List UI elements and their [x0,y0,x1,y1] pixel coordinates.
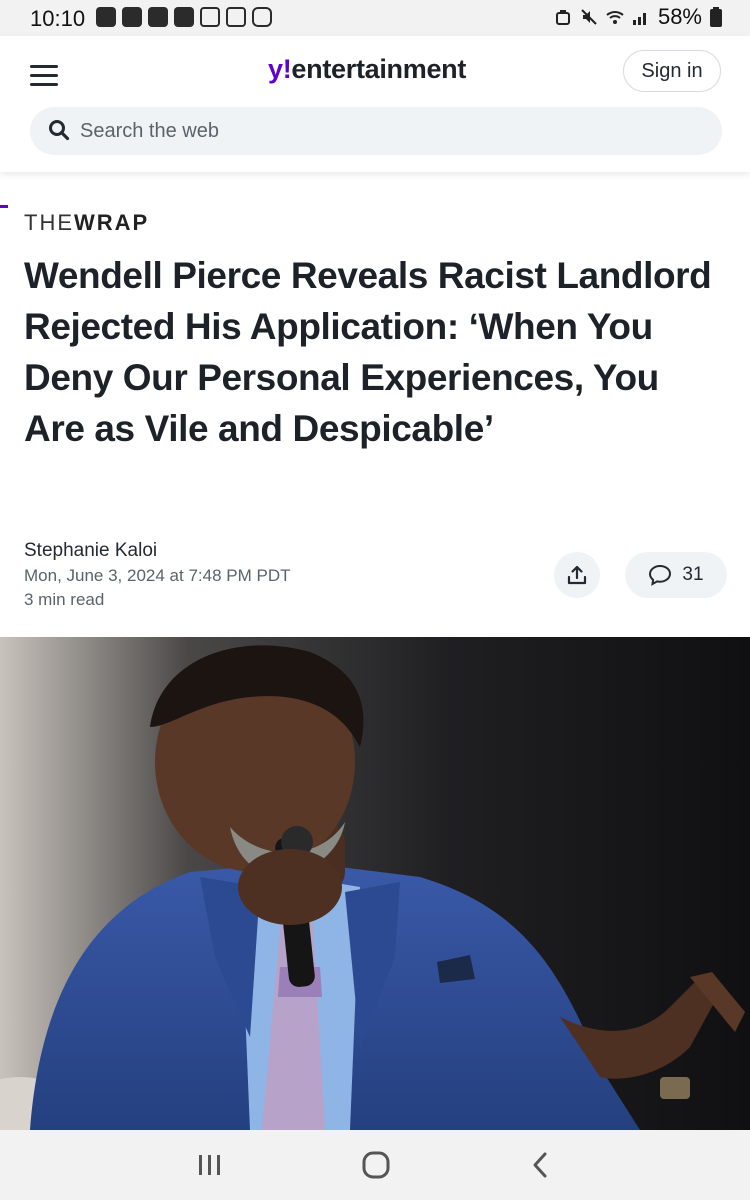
source-wrap: WRAP [74,210,150,235]
search-bar[interactable] [30,107,722,155]
instagram-icon [252,7,272,27]
search-input[interactable] [80,107,700,155]
comments-button[interactable]: 31 [625,552,727,598]
battery-icon [710,7,722,27]
sign-in-button[interactable]: Sign in [623,50,721,92]
n-icon [148,7,168,27]
search-icon [49,120,70,141]
site-header: y!entertainment Sign in [0,36,750,208]
share-button[interactable] [554,552,600,598]
comment-count: 31 [682,564,704,585]
system-icons: 58% [554,4,722,30]
status-time: 10:10 [30,6,86,31]
video-icon [200,7,220,27]
source-the: THE [24,210,74,235]
accent-indicator [0,205,8,208]
brand-prefix: y! [268,54,292,84]
home-icon[interactable] [356,1148,396,1182]
status-bar: 10:10 58% [0,0,750,36]
article-author[interactable]: Stephanie Kaloi [24,540,157,562]
system-nav-bar [0,1130,750,1200]
thewrap-logo[interactable]: THEWRAP [24,210,149,236]
recents-icon[interactable] [190,1148,230,1182]
wifi-icon [606,11,624,24]
n-icon [174,7,194,27]
battery-percent: 58% [657,4,702,29]
comment-icon [649,564,672,586]
signal-icon [632,13,646,25]
n-icon [96,7,116,27]
back-icon[interactable] [520,1148,560,1182]
yahoo-entertainment-logo[interactable]: y!entertainment [268,54,466,85]
mute-icon [581,9,597,25]
notification-icons [96,7,272,27]
wendell-pierce-photo [0,637,750,1130]
menu-icon[interactable] [30,63,58,87]
article-date: Mon, June 3, 2024 at 7:48 PM PDT [24,566,291,585]
n-icon [122,7,142,27]
share-icon [567,565,587,585]
read-time: 3 min read [24,590,105,609]
article-headline: Wendell Pierce Reveals Racist Landlord R… [24,255,712,449]
alarm-icon [555,10,570,25]
article-photo[interactable] [0,637,750,1130]
brand-name: entertainment [291,54,467,84]
image-icon [226,7,246,27]
